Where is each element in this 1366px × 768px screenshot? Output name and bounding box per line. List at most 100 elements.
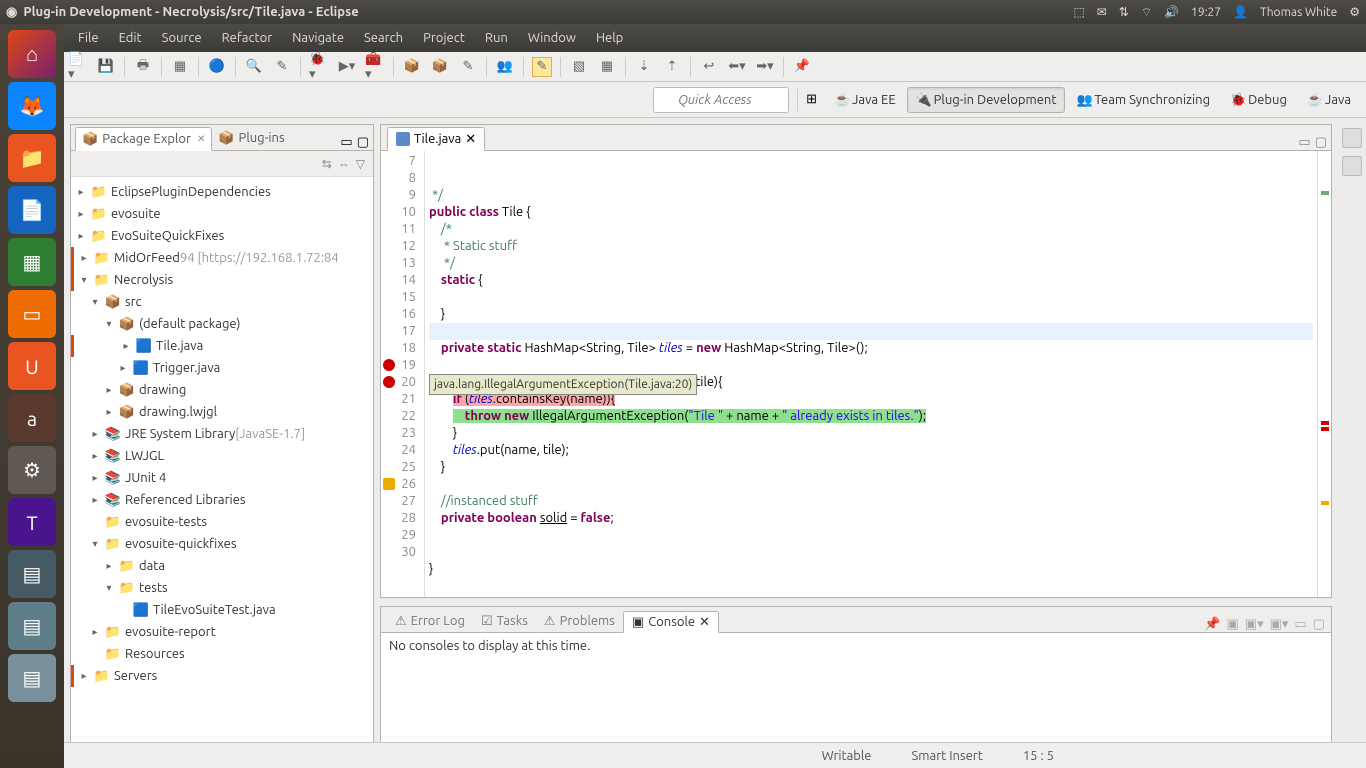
tree-item[interactable]: ▾📦src (71, 291, 373, 313)
view-tab-package-explor[interactable]: 📦Package Explor✕ (75, 127, 212, 151)
quick-access-input[interactable] (653, 87, 789, 113)
wifi-icon[interactable]: ⌔ (1141, 5, 1152, 20)
settings-icon[interactable]: ⚙ (8, 446, 56, 494)
open-perspective-button[interactable]: ⊞ (806, 92, 817, 107)
menu-project[interactable]: Project (415, 27, 473, 49)
close-icon[interactable]: ✕ (465, 132, 476, 147)
calc-icon[interactable]: ▦ (8, 238, 56, 286)
new-plugin-button[interactable]: 📦 (402, 57, 422, 77)
tree-item[interactable]: ▾📁tests (71, 577, 373, 599)
tree-item[interactable]: ▸📦drawing (71, 379, 373, 401)
ubuntu-software-icon[interactable]: U (8, 342, 56, 390)
tree-item[interactable]: ▾📁evosuite-quickfixes (71, 533, 373, 555)
toggle-block-button[interactable]: ▧ (569, 57, 589, 77)
mail-icon[interactable]: ✉ (1097, 5, 1107, 19)
perspective-team-synchronizing[interactable]: 👥Team Synchronizing (1067, 87, 1219, 113)
view-menu-icon[interactable]: ▽ (356, 157, 365, 171)
tree-item[interactable]: ▸📁Servers (71, 665, 373, 687)
last-edit-button[interactable]: ↩ (699, 57, 719, 77)
forward-button[interactable]: ➡▾ (755, 57, 775, 77)
open-type-button[interactable]: 🔵 (207, 57, 227, 77)
right-trim[interactable] (1338, 118, 1366, 768)
tab-console[interactable]: ▣Console ✕ (623, 611, 719, 633)
clock[interactable]: 19:27 (1191, 6, 1221, 19)
minimize-icon[interactable]: ▭ (1298, 135, 1310, 150)
tree-item[interactable]: ▸📁MidOrFeed 94 [https://192.168.1.72:84 (71, 247, 373, 269)
search-button[interactable]: 🔍 (244, 57, 264, 77)
tree-item[interactable]: ▸📚LWJGL (71, 445, 373, 467)
run-button[interactable]: ▶▾ (337, 57, 357, 77)
dash-icon[interactable]: ⌂ (8, 30, 56, 78)
maximize-icon[interactable]: ▢ (1315, 135, 1327, 150)
firefox-icon[interactable]: 🦊 (8, 82, 56, 130)
pin-button[interactable]: 📌 (792, 57, 812, 77)
tree-item[interactable]: ▸📁evosuite (71, 203, 373, 225)
prev-annot-button[interactable]: ⇡ (662, 57, 682, 77)
writer-icon[interactable]: 📄 (8, 186, 56, 234)
editor-tab-tile[interactable]: Tile.java ✕ (387, 127, 485, 151)
outline-icon[interactable] (1342, 128, 1362, 148)
ext-tools-button[interactable]: 🧰▾ (365, 57, 385, 77)
code-area[interactable]: */public class Tile { /* * Static stuff … (425, 151, 1317, 597)
user-name[interactable]: Thomas White (1260, 6, 1337, 19)
menu-window[interactable]: Window (520, 27, 584, 49)
perspective-plug-in-development[interactable]: 🔌Plug-in Development (907, 87, 1066, 113)
debug-button[interactable]: 🐞▾ (309, 57, 329, 77)
overview-ruler[interactable] (1317, 151, 1331, 597)
app-icon[interactable]: ▤ (8, 602, 56, 650)
menu-edit[interactable]: Edit (111, 27, 150, 49)
tree-item[interactable]: ▾📁Necrolysis (71, 269, 373, 291)
tree-item[interactable]: ▸🟦Tile.java (71, 335, 373, 357)
perspective-java[interactable]: ☕Java (1298, 87, 1360, 113)
show-whitespace-button[interactable]: ▦ (597, 57, 617, 77)
view-tab-plug-ins[interactable]: 📦Plug-ins (212, 126, 290, 150)
line-gutter[interactable]: 7891011121314151617181920212223242526272… (381, 151, 425, 597)
perspective-java-ee[interactable]: ☕Java EE (825, 87, 905, 113)
toggle-mark-button[interactable]: ✎ (532, 57, 552, 77)
tree-item[interactable]: ▸📁EclipsePluginDependencies (71, 181, 373, 203)
annotate-button[interactable]: ✎ (272, 57, 292, 77)
new-button[interactable]: 📄▾ (68, 57, 88, 77)
tree-item[interactable]: ▸🟦Trigger.java (71, 357, 373, 379)
amazon-icon[interactable]: a (8, 394, 56, 442)
tree-item[interactable]: ▸📦drawing.lwjgl (71, 401, 373, 423)
unity-launcher[interactable]: ⌂ 🦊 📁 📄 ▦ ▭ U a ⚙ T ▤ ▤ ▤ (0, 24, 64, 768)
app-icon[interactable]: ▤ (8, 654, 56, 702)
tab-error-log[interactable]: ⚠Error Log (387, 610, 473, 632)
tex-icon[interactable]: T (8, 498, 56, 546)
tree-item[interactable]: ▸📚Referenced Libraries (71, 489, 373, 511)
tree-item[interactable]: ▸📁data (71, 555, 373, 577)
tree-item[interactable]: ▸📁EvoSuiteQuickFixes (71, 225, 373, 247)
perspective-debug[interactable]: 🐞Debug (1221, 87, 1296, 113)
menu-navigate[interactable]: Navigate (284, 27, 352, 49)
tree-item[interactable]: ▾📦(default package) (71, 313, 373, 335)
tree-item[interactable]: 📁Resources (71, 643, 373, 665)
files-icon[interactable]: 📁 (8, 134, 56, 182)
menu-run[interactable]: Run (477, 27, 516, 49)
print-button[interactable]: 🖶 (133, 57, 153, 77)
build-button[interactable]: ▦ (170, 57, 190, 77)
network-icon[interactable]: ⇅ (1119, 5, 1129, 19)
tree-item[interactable]: ▸📚JUnit 4 (71, 467, 373, 489)
save-button[interactable]: 💾 (96, 57, 116, 77)
app-icon[interactable]: ▤ (8, 550, 56, 598)
package-tree[interactable]: ▸📁EclipsePluginDependencies▸📁evosuite▸📁E… (71, 177, 373, 761)
gear-icon[interactable]: ⚙ (1349, 5, 1360, 19)
collapse-icon[interactable]: ⇆ (322, 157, 332, 171)
sound-icon[interactable]: 🔊 (1164, 5, 1179, 19)
tab-problems[interactable]: ⚠Problems (536, 610, 623, 632)
open-plugin-button[interactable]: 📦 (430, 57, 450, 77)
tree-item[interactable]: ▸📁evosuite-report (71, 621, 373, 643)
team-button[interactable]: 👥 (495, 57, 515, 77)
tree-item[interactable]: 📁evosuite-tests (71, 511, 373, 533)
code-editor[interactable]: 7891011121314151617181920212223242526272… (381, 151, 1331, 597)
dropbox-icon[interactable]: ⬚ (1073, 5, 1084, 19)
menu-file[interactable]: File (70, 27, 107, 49)
tree-item[interactable]: 🟦TileEvoSuiteTest.java (71, 599, 373, 621)
pde-button[interactable]: ✎ (458, 57, 478, 77)
back-button[interactable]: ⬅▾ (727, 57, 747, 77)
next-annot-button[interactable]: ⇣ (634, 57, 654, 77)
menu-source[interactable]: Source (154, 27, 210, 49)
impress-icon[interactable]: ▭ (8, 290, 56, 338)
tab-tasks[interactable]: ☑Tasks (473, 610, 536, 632)
